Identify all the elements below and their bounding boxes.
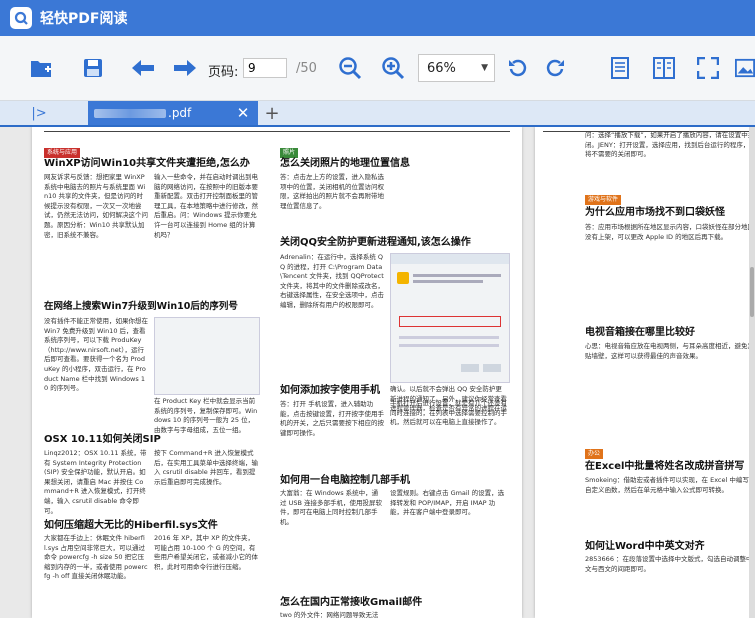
zoom-out-icon — [339, 57, 362, 80]
close-icon[interactable]: ✕ — [234, 103, 252, 123]
page-number-input[interactable] — [243, 58, 287, 78]
article-text: 大家都在手边上：休眠文件 hiberfil.sys 占用空间非常巨大，可以通过命… — [44, 534, 148, 581]
open-file-button[interactable] — [26, 36, 56, 100]
dialog-screenshot — [390, 253, 510, 383]
article-heading: 怎么关闭照片的地理位置信息 — [280, 158, 410, 169]
chevron-down-icon: ▼ — [481, 63, 488, 73]
single-page-button[interactable] — [606, 36, 634, 100]
single-page-icon — [611, 57, 629, 79]
app-title: 轻快PDF阅读 — [40, 11, 128, 27]
page-total: /50 — [296, 61, 317, 76]
article-text: 答：点击左上方的设置，进入隐私选项中的位置，关闭相机的位置访问权限，这样拍出的照… — [280, 173, 384, 210]
article-text: 答：应用市场根据所在地区显示内容，口袋妖怪在部分地区没有上架，可以更改 Appl… — [585, 223, 754, 241]
zoom-out-button[interactable] — [335, 36, 365, 100]
article-text: 2853666 ：在段落设置中选择中文版式，勾选自动调整中文与西文的间距即可。 — [585, 555, 753, 573]
article-text: two 的外文件：网络问题导致无法接收，可以设置转发或者使用第三方客户端接收 G… — [280, 611, 379, 618]
scrollbar-thumb[interactable] — [750, 267, 754, 317]
pdf-page-right: 问：选择“播放下载”，如果开启了播放内容，请在设置中关闭。JENY：打开设置，选… — [535, 127, 755, 618]
article-heading: WinXP访问Win10共享文件夹遭拒绝,怎么办 — [44, 158, 250, 169]
fullscreen-icon — [697, 57, 719, 79]
folder-icon — [31, 61, 51, 77]
section-tag: 系统与应用 — [44, 148, 81, 158]
article-text: 输入一些命令，并在启动时调出到电脑的网络访问，在按照中的旧版本要重新配置。双击打… — [154, 173, 258, 239]
double-page-button[interactable] — [650, 36, 678, 100]
rotate-left-button[interactable] — [503, 36, 533, 100]
tab-label: .pdf — [168, 106, 192, 120]
double-page-icon — [653, 57, 675, 79]
zoom-select[interactable]: 66% ▼ — [418, 54, 495, 82]
save-button[interactable] — [78, 36, 108, 100]
article-heading: 在网络上搜索Win7升级到Win10后的序列号 — [44, 301, 238, 312]
rotate-right-icon — [546, 59, 564, 77]
article-text: 大富翁：在 Windows 系统中，通过 USB 连接多部手机，使用投屏软件，即… — [280, 489, 382, 526]
article-heading: 如何让Word中中英文对齐 — [585, 541, 705, 552]
fullscreen-button[interactable] — [694, 36, 722, 100]
title-bar: 轻快PDF阅读 — [0, 0, 755, 36]
toolbar: 页码: /50 66% ▼ — [0, 36, 755, 101]
section-tag: 照片 — [280, 148, 299, 158]
article-text: 在 Product Key 栏中就会显示当前系统的序列号，复制保存即可。Wind… — [154, 397, 258, 434]
image-icon — [735, 58, 755, 78]
article-heading: 为什么应用市场找不到口袋妖怪 — [585, 207, 725, 218]
tab-document[interactable]: .pdf ✕ — [88, 101, 258, 125]
rotate-left-icon — [509, 59, 527, 77]
article-text: 没有插件不能正常使用，如果你想在 Win7 免费升级到 Win10 后，查看系统… — [44, 317, 148, 393]
article-heading: 如何添加按字使用手机 — [280, 385, 380, 396]
article-text: 按下 Command+R 进入恢复模式后，在实用工具菜单中选择终端，输入 csr… — [154, 449, 258, 486]
article-heading: 在Excel中批量将姓名改成拼音拼写 — [585, 461, 745, 472]
vertical-scrollbar[interactable] — [749, 127, 755, 618]
sidebar-toggle-icon[interactable]: |> — [30, 103, 48, 123]
tab-bar: |> .pdf ✕ + — [0, 101, 755, 127]
zoom-in-icon — [382, 57, 405, 80]
save-icon — [84, 59, 102, 77]
arrow-left-icon — [132, 60, 154, 76]
image-button[interactable] — [735, 36, 755, 100]
page-rule — [44, 131, 510, 132]
article-text: 答：打开 手机设置，进入辅助功能，点击按键设置，打开按字使用手机的开关，之后只需… — [280, 400, 384, 437]
app-logo-icon — [10, 7, 32, 29]
article-text: 心思：电视音箱应放在电视两侧，与耳朵高度相近，避免紧贴墙壁，这样可以获得最佳的声… — [585, 342, 754, 360]
article-heading: 电视音箱接在哪里比较好 — [585, 327, 695, 338]
arrow-right-icon — [174, 60, 196, 76]
article-text: 手机打开后进行设置，就是有几个还没有同时连接的，在列表中选择需要控制的手机，然后… — [390, 399, 507, 427]
article-heading: 如何用一台电脑控制几部手机 — [280, 475, 410, 486]
article-heading: 怎么在国内正常接收Gmail邮件 — [280, 597, 423, 608]
zoom-value: 66% — [427, 60, 456, 76]
next-page-button[interactable] — [170, 36, 200, 100]
section-tag: 游戏与软件 — [585, 195, 622, 205]
article-text: Adrenalin：在运行中，选择系统 QQ 的进程，打开 C:\Program… — [280, 253, 384, 309]
article-text: Smokeing：借助宏或者插件可以实现，在 Excel 中编写自定义函数，然后… — [585, 476, 749, 494]
section-tag: 办公 — [585, 449, 604, 459]
rotate-right-button[interactable] — [540, 36, 570, 100]
add-tab-button[interactable]: + — [262, 101, 282, 125]
pdf-page: 系统与应用 WinXP访问Win10共享文件夹遭拒绝,怎么办 网友诉求与反馈：想… — [32, 127, 522, 618]
blurred-filename — [94, 108, 166, 118]
article-heading: 如何压缩超大无比的Hiberfil.sys文件 — [44, 520, 218, 531]
zoom-in-button[interactable] — [378, 36, 408, 100]
article-heading: OSX 10.11如何关闭SIP — [44, 434, 161, 445]
article-heading: 关闭QQ安全防护更新进程通知,该怎么操作 — [280, 237, 471, 248]
article-text: 2016 年 XP，其中 XP 的文件夹，可能占用 10-100 个 G 的空间… — [154, 534, 258, 571]
article-text: 网友诉求与反馈：想把家里 WinXP 系统中电脑去的照片与系统里面 Win10 … — [44, 173, 148, 239]
page-label: 页码: — [208, 65, 239, 80]
article-text: 问：选择“播放下载”，如果开启了播放内容，请在设置中关闭。JENY：打开设置，选… — [585, 131, 755, 159]
article-text: 设置规则。右键点击 Gmail 的设置，选择转发和 POP/IMAP，开启 IM… — [390, 489, 505, 517]
screenshot-image — [154, 317, 260, 395]
prev-page-button[interactable] — [128, 36, 158, 100]
document-viewport[interactable]: 系统与应用 WinXP访问Win10共享文件夹遭拒绝,怎么办 网友诉求与反馈：想… — [0, 127, 755, 618]
